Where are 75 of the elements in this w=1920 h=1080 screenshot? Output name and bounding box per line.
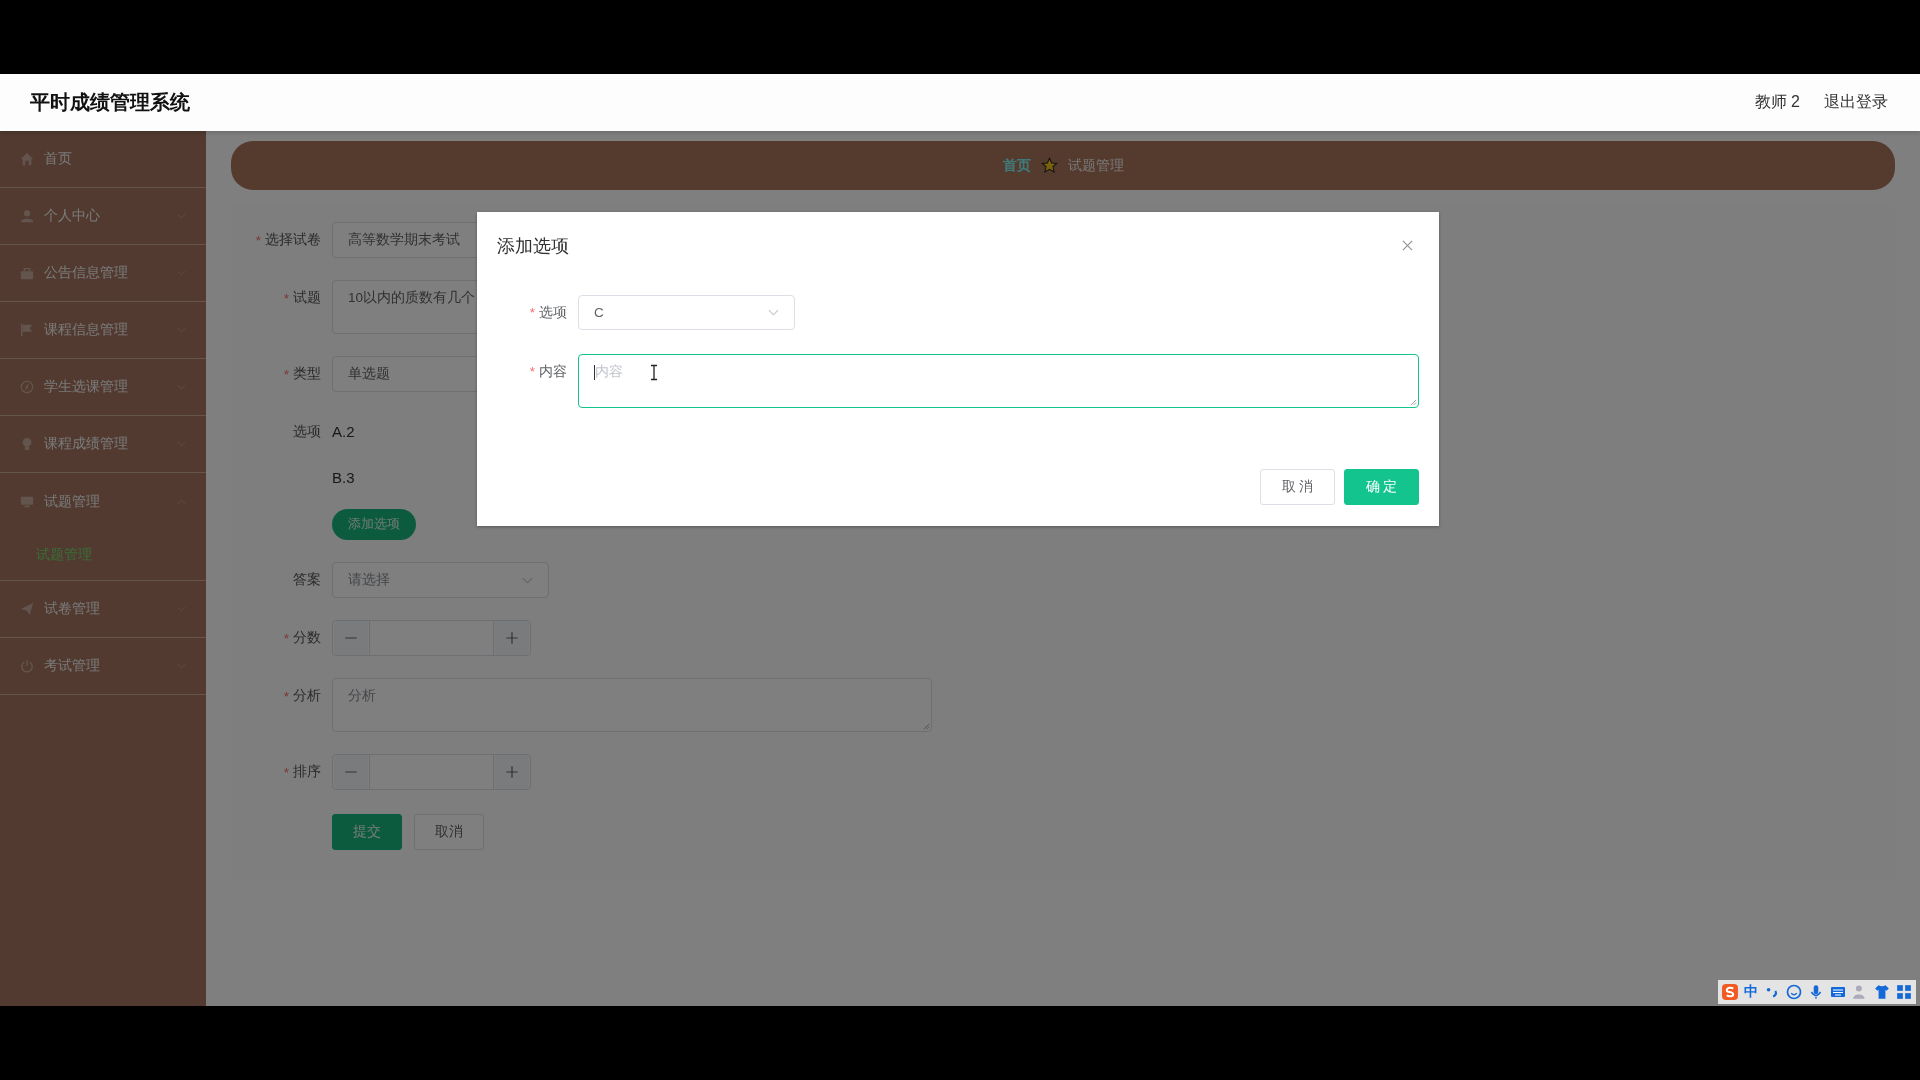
sidebar-item[interactable]: 个人中心 xyxy=(0,188,206,245)
field-label: 排序 xyxy=(293,763,321,781)
cancel-button[interactable]: 取 消 xyxy=(1260,469,1335,505)
confirm-button[interactable]: 确 定 xyxy=(1344,469,1419,505)
field-label: 类型 xyxy=(293,365,321,383)
text-cursor-icon xyxy=(650,364,658,381)
field-label: 试题 xyxy=(293,289,321,307)
dialog-title: 添加选项 xyxy=(497,235,569,258)
field-label: 内容 xyxy=(539,362,567,381)
text-area[interactable]: 分析 xyxy=(332,678,932,732)
required-mark: * xyxy=(283,290,289,306)
sidebar-item[interactable]: 学生选课管理 xyxy=(0,359,206,416)
user-icon xyxy=(20,209,34,223)
bulb-icon xyxy=(20,437,34,451)
required-mark: * xyxy=(529,364,535,379)
smiley-icon[interactable] xyxy=(1786,984,1802,1000)
bag-icon xyxy=(20,266,34,280)
breadcrumb-link[interactable]: 首页 xyxy=(1002,156,1031,175)
cancel-button[interactable]: 取消 xyxy=(414,814,484,850)
shirt-icon[interactable] xyxy=(1874,984,1890,1000)
text-area[interactable]: 内容 xyxy=(578,354,1419,408)
submit-button[interactable]: 提交 xyxy=(332,814,402,850)
required-mark: * xyxy=(283,764,289,780)
field-label: 选项 xyxy=(293,423,321,441)
menu-label: 公告信息管理 xyxy=(44,264,128,282)
input-mode-toggle[interactable]: 中 xyxy=(1744,983,1758,1001)
option-text: B.3 xyxy=(332,468,355,488)
grid-icon[interactable] xyxy=(1896,984,1912,1000)
chevron-down-icon xyxy=(522,576,533,584)
menu-label: 个人中心 xyxy=(44,207,100,225)
chevron-down-icon xyxy=(768,309,779,316)
monitor-icon xyxy=(20,494,34,509)
sidebar-item[interactable]: 考试管理 xyxy=(0,638,206,695)
field-label: 分析 xyxy=(293,687,321,705)
menu-label: 考试管理 xyxy=(44,657,100,675)
menu-label: 试卷管理 xyxy=(44,600,100,618)
required-mark: * xyxy=(529,305,535,320)
close-icon[interactable] xyxy=(1402,240,1413,251)
sidebar-item[interactable]: 课程成绩管理 xyxy=(0,416,206,473)
required-mark: * xyxy=(255,232,261,248)
paper-plane-icon xyxy=(20,602,34,616)
required-mark: * xyxy=(283,630,289,646)
sidebar-item[interactable]: 试卷管理 xyxy=(0,581,206,638)
field-label: 选择试卷 xyxy=(265,231,321,249)
microphone-icon[interactable] xyxy=(1808,984,1824,1000)
select-field[interactable]: C xyxy=(578,295,795,330)
sidebar-item[interactable]: 课程信息管理 xyxy=(0,302,206,359)
app-title: 平时成绩管理系统 xyxy=(30,90,190,115)
logout-link[interactable]: 退出登录 xyxy=(1824,92,1888,113)
resize-handle-icon xyxy=(1410,399,1417,406)
add-option-button[interactable]: 添加选项 xyxy=(332,509,416,540)
menu-label: 首页 xyxy=(44,150,72,168)
resize-handle-icon xyxy=(923,723,930,730)
home-icon xyxy=(20,152,34,166)
power-icon xyxy=(20,659,34,673)
menu-label: 学生选课管理 xyxy=(44,378,128,396)
field-label: 答案 xyxy=(293,571,321,589)
option-text: A.2 xyxy=(332,422,355,442)
field-label: 选项 xyxy=(539,303,567,322)
breadcrumb-current: 试题管理 xyxy=(1067,156,1124,175)
compass-icon xyxy=(20,380,34,394)
menu-label: 课程成绩管理 xyxy=(44,435,128,453)
flag-icon xyxy=(20,323,34,337)
sidebar-item[interactable]: 试题管理 xyxy=(0,473,206,530)
menu-label: 课程信息管理 xyxy=(44,321,128,339)
sogou-logo-icon[interactable] xyxy=(1722,984,1738,1000)
required-mark: * xyxy=(283,366,289,382)
star-icon xyxy=(1040,157,1058,174)
keyboard-icon[interactable] xyxy=(1830,984,1846,1000)
sidebar-item[interactable]: 公告信息管理 xyxy=(0,245,206,302)
field-label: 分数 xyxy=(293,629,321,647)
user-name: 教师 2 xyxy=(1754,92,1800,112)
sidebar-item[interactable]: 首页 xyxy=(0,131,206,188)
menu-label: 试题管理 xyxy=(44,492,100,511)
required-mark: * xyxy=(283,688,289,704)
